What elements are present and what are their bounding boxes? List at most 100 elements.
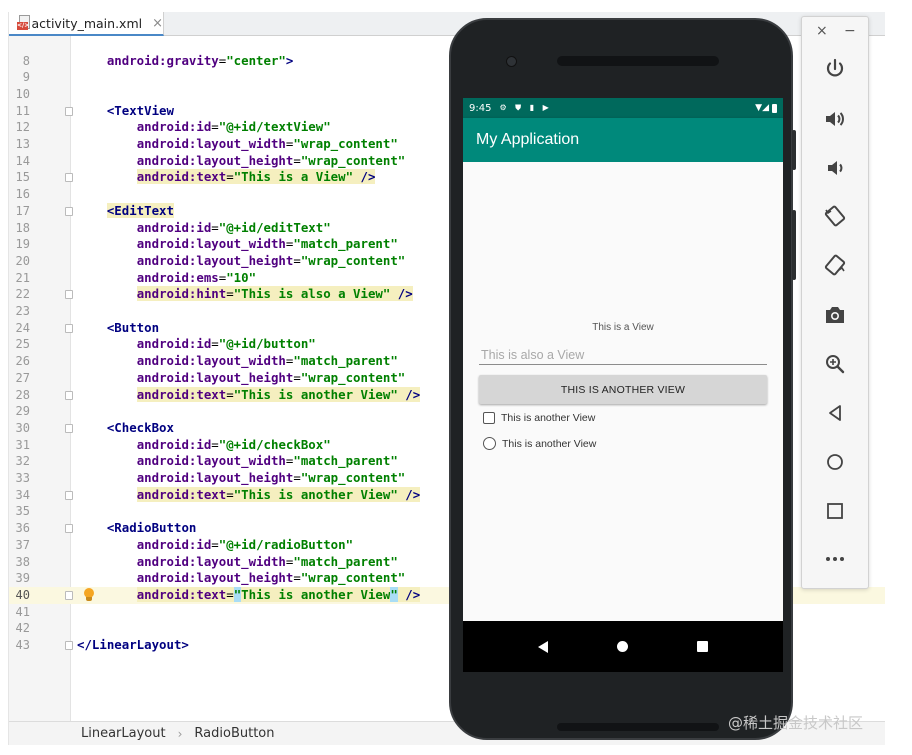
home-icon[interactable] bbox=[819, 446, 851, 478]
code-text: android:layout_height="wrap_content" bbox=[77, 152, 406, 170]
code-token: android:id bbox=[136, 536, 212, 552]
fold-marker-icon[interactable] bbox=[65, 524, 73, 534]
code-token: android:layout_width bbox=[136, 453, 286, 469]
code-token: android:hint bbox=[136, 286, 227, 302]
nav-home-icon[interactable] bbox=[616, 641, 628, 652]
checkbox[interactable]: This is another View bbox=[483, 412, 595, 424]
line-number: 34 bbox=[15, 487, 30, 502]
fold-marker-icon[interactable] bbox=[65, 490, 73, 500]
code-token: android:layout_height bbox=[136, 252, 294, 268]
code-text: android:layout_width="match_parent" bbox=[77, 453, 398, 470]
line-number: 15 bbox=[15, 170, 30, 185]
radio-button[interactable]: This is another View bbox=[483, 437, 596, 450]
tab-activity-main-xml[interactable]: </> activity_main.xml × bbox=[9, 12, 164, 36]
fold-marker-icon[interactable] bbox=[65, 423, 73, 433]
device-screen[interactable]: 9:45 ⚙ ⛊ ▮ ▶ ▼◢ My Application This is a… bbox=[463, 98, 783, 672]
rotate-left-icon[interactable] bbox=[819, 200, 851, 232]
code-token: = bbox=[211, 119, 219, 135]
another-view-button[interactable]: THIS IS ANOTHER VIEW bbox=[479, 375, 767, 404]
line-number: 32 bbox=[15, 454, 30, 469]
line-number: 31 bbox=[15, 437, 30, 452]
camera-icon[interactable] bbox=[819, 299, 851, 331]
line-number: 22 bbox=[15, 287, 30, 302]
bottom-speaker bbox=[557, 723, 719, 731]
fold-marker-icon[interactable] bbox=[65, 390, 73, 400]
code-token: = bbox=[226, 169, 234, 185]
code-token: /> bbox=[390, 286, 413, 302]
code-token: = bbox=[226, 286, 234, 302]
close-icon[interactable]: × bbox=[816, 24, 828, 38]
code-token: /> bbox=[397, 586, 421, 602]
app-title: My Application bbox=[476, 131, 580, 148]
app-bar: My Application bbox=[463, 118, 783, 162]
line-number: 42 bbox=[15, 621, 30, 636]
code-token: "This is also a View" bbox=[233, 286, 391, 302]
code-token: "10" bbox=[226, 269, 257, 285]
fold-marker-icon[interactable] bbox=[65, 641, 73, 650]
code-token: = bbox=[211, 536, 219, 552]
line-number: 10 bbox=[15, 86, 30, 101]
code-token: "match_parent" bbox=[293, 236, 398, 252]
code-token: /> bbox=[397, 386, 421, 402]
breadcrumb-item-radiobutton[interactable]: RadioButton bbox=[194, 726, 274, 741]
checkbox-box[interactable] bbox=[483, 412, 495, 424]
code-token: = bbox=[293, 570, 301, 586]
line-number: 11 bbox=[15, 103, 30, 118]
code-token: = bbox=[293, 152, 301, 168]
nav-back-icon[interactable] bbox=[537, 640, 548, 653]
more-icon[interactable] bbox=[819, 543, 851, 575]
line-number: 26 bbox=[15, 354, 30, 369]
code-text: android:gravity="center"> bbox=[77, 52, 294, 70]
back-icon[interactable] bbox=[819, 397, 851, 429]
zoom-icon[interactable] bbox=[819, 348, 851, 380]
navigation-bar bbox=[463, 621, 783, 672]
code-text: android:ems="10" bbox=[77, 270, 256, 287]
line-number: 25 bbox=[15, 337, 30, 352]
code-token: android:text bbox=[136, 386, 227, 402]
code-token: "center" bbox=[226, 52, 286, 68]
breadcrumb-item-linearlayout[interactable]: LinearLayout bbox=[81, 726, 166, 741]
code-token: "match_parent" bbox=[293, 553, 398, 569]
fold-marker-icon[interactable] bbox=[65, 290, 73, 300]
code-token: "@+id/textView" bbox=[218, 119, 331, 135]
code-token: <EditText bbox=[106, 202, 174, 218]
code-token: android:layout_height bbox=[136, 152, 294, 168]
line-number: 43 bbox=[15, 638, 30, 652]
emulator-toolbar: × − bbox=[801, 16, 869, 589]
fold-marker-icon[interactable] bbox=[65, 173, 73, 183]
code-token: android:layout_height bbox=[136, 570, 294, 586]
radio-label: This is another View bbox=[502, 437, 597, 450]
line-number: 13 bbox=[15, 137, 30, 151]
power-icon[interactable] bbox=[819, 53, 851, 85]
fold-marker-icon[interactable] bbox=[65, 323, 73, 333]
code-token: "wrap_content" bbox=[300, 252, 406, 268]
code-token: "@+id/radioButton" bbox=[218, 536, 354, 552]
overview-icon[interactable] bbox=[819, 495, 851, 527]
minimize-icon[interactable]: − bbox=[844, 24, 856, 38]
line-number: 36 bbox=[15, 521, 30, 536]
code-token: "This is another View" bbox=[233, 486, 398, 502]
power-side-button bbox=[792, 130, 796, 170]
volume-up-icon[interactable] bbox=[819, 103, 851, 135]
code-token: android:layout_height bbox=[136, 369, 294, 385]
notification-icons: ⚙ ⛊ ▮ ▶ bbox=[499, 103, 552, 112]
radio-circle[interactable] bbox=[483, 437, 496, 450]
rotate-right-icon[interactable] bbox=[819, 249, 851, 281]
code-text: android:layout_height="wrap_content" bbox=[77, 252, 406, 270]
edittext-input[interactable] bbox=[479, 345, 767, 365]
volume-down-icon[interactable] bbox=[819, 152, 851, 184]
code-token: "wrap_content" bbox=[300, 152, 406, 168]
code-token: "match_parent" bbox=[293, 453, 398, 469]
line-number: 27 bbox=[15, 370, 30, 385]
code-text: android:layout_width="match_parent" bbox=[77, 353, 398, 370]
fold-marker-icon[interactable] bbox=[65, 590, 73, 600]
code-token: android:id bbox=[136, 336, 212, 352]
fold-marker-icon[interactable] bbox=[65, 206, 73, 216]
nav-recents-icon[interactable] bbox=[697, 641, 709, 652]
code-token: " bbox=[390, 586, 398, 602]
fold-marker-icon[interactable] bbox=[65, 106, 73, 116]
line-number: 41 bbox=[15, 604, 30, 619]
tab-close-icon[interactable]: × bbox=[152, 16, 163, 31]
code-token: android:gravity bbox=[106, 52, 219, 68]
code-text: android:id="@+id/button" bbox=[77, 336, 316, 353]
